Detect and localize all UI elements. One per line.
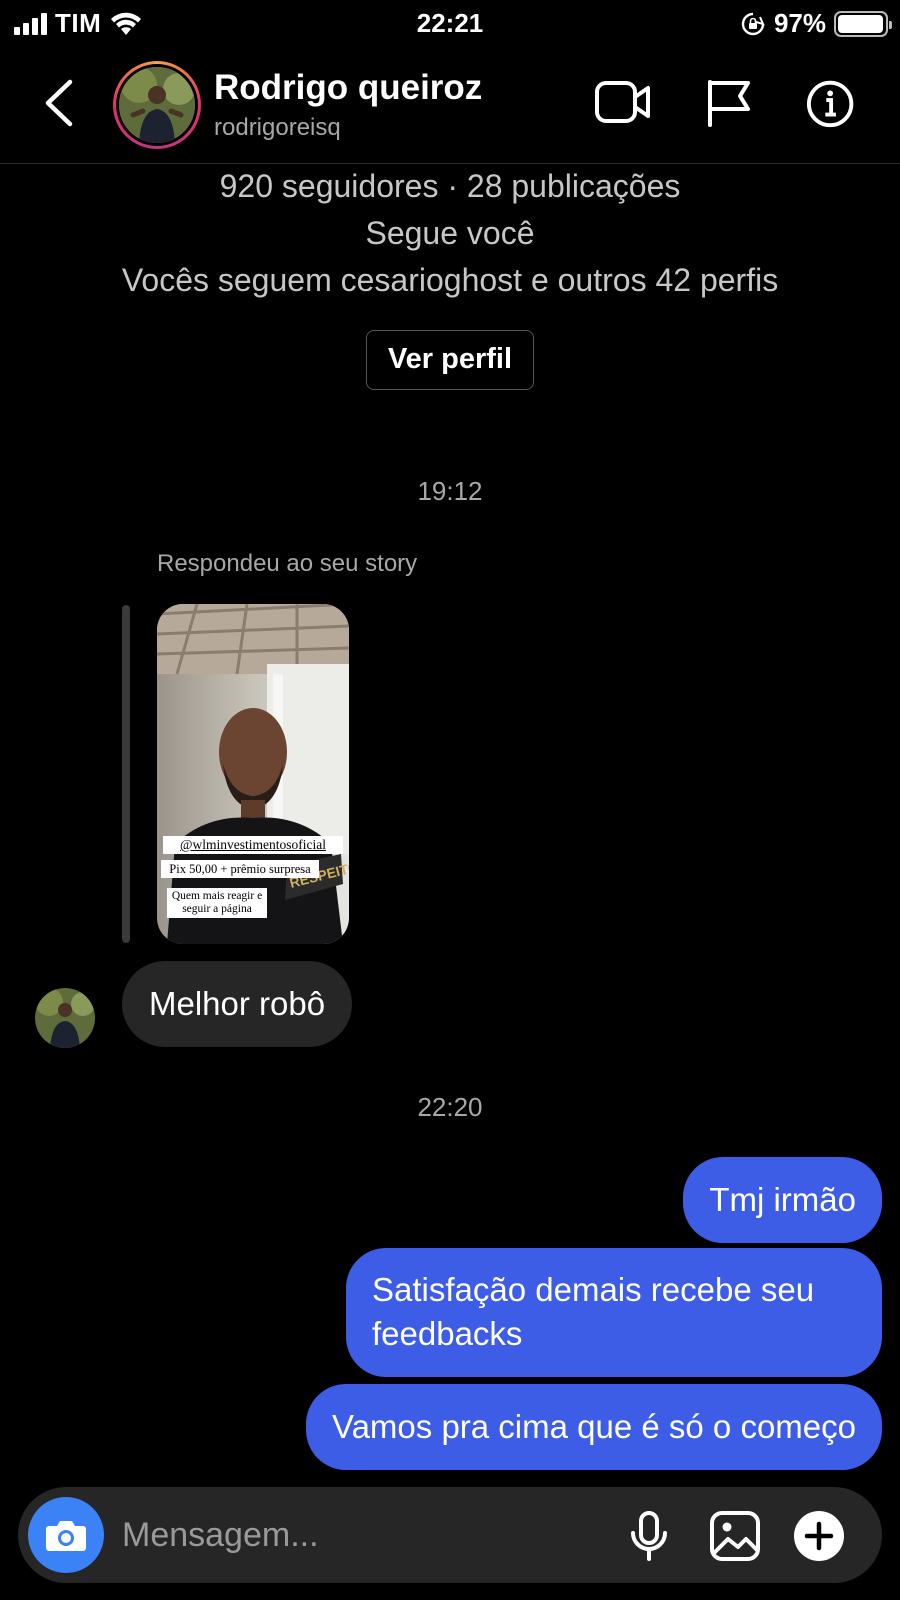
back-arrow-icon[interactable] — [38, 76, 82, 130]
story-sticker-pix: Pix 50,00 + prêmio surpresa — [161, 860, 319, 878]
gallery-icon[interactable] — [708, 1509, 762, 1563]
outgoing-message-bubble[interactable]: Tmj irmão — [683, 1157, 882, 1243]
chat-header: Rodrigo queiroz rodrigoreisq — [0, 50, 900, 164]
contact-avatar[interactable] — [113, 61, 201, 149]
profile-summary: 920 seguidores · 28 publicações Segue vo… — [0, 164, 900, 305]
status-bar: TIM 22:21 97% — [0, 0, 900, 46]
contact-name[interactable]: Rodrigo queiroz — [214, 68, 482, 108]
sender-avatar[interactable] — [35, 988, 95, 1048]
message-input[interactable] — [122, 1509, 582, 1561]
outgoing-message-bubble[interactable]: Vamos pra cima que é só o começo — [306, 1384, 882, 1470]
orientation-lock-icon — [741, 12, 765, 35]
message-timestamp: 22:20 — [417, 1092, 483, 1122]
contact-username[interactable]: rodrigoreisq — [214, 114, 341, 142]
microphone-icon[interactable] — [622, 1509, 676, 1563]
camera-icon — [46, 1521, 86, 1551]
story-reply-label: Respondeu ao seu story — [157, 550, 418, 577]
message-timestamp: 19:12 — [417, 476, 483, 506]
story-sticker-handle: @wlminvestimentosoficial — [163, 836, 343, 854]
info-icon[interactable] — [806, 77, 862, 129]
video-call-icon[interactable] — [594, 78, 652, 128]
camera-button[interactable] — [28, 1497, 104, 1573]
plus-icon[interactable] — [792, 1509, 846, 1563]
view-profile-button[interactable]: Ver perfil — [366, 330, 534, 390]
story-sticker-cta: Quem mais reagir e seguir a página — [167, 888, 267, 918]
battery-percentage: 97% — [773, 8, 826, 38]
flag-icon[interactable] — [700, 78, 758, 128]
battery-icon — [834, 10, 892, 37]
profile-stats: 920 seguidores · 28 publicações — [219, 168, 681, 204]
story-preview[interactable]: RESPEITO @wlminvestimentosoficial Pix 50… — [157, 604, 349, 944]
incoming-message-bubble[interactable]: Melhor robô — [122, 961, 353, 1047]
mutual-followers: Vocês seguem cesarioghost e outros 42 pe… — [121, 262, 779, 298]
outgoing-message-bubble[interactable]: Satisfação demais recebe seu feedbacks — [346, 1248, 882, 1377]
reply-indicator-bar — [122, 605, 130, 943]
message-composer — [18, 1487, 882, 1583]
follows-you-label: Segue você — [365, 215, 535, 251]
